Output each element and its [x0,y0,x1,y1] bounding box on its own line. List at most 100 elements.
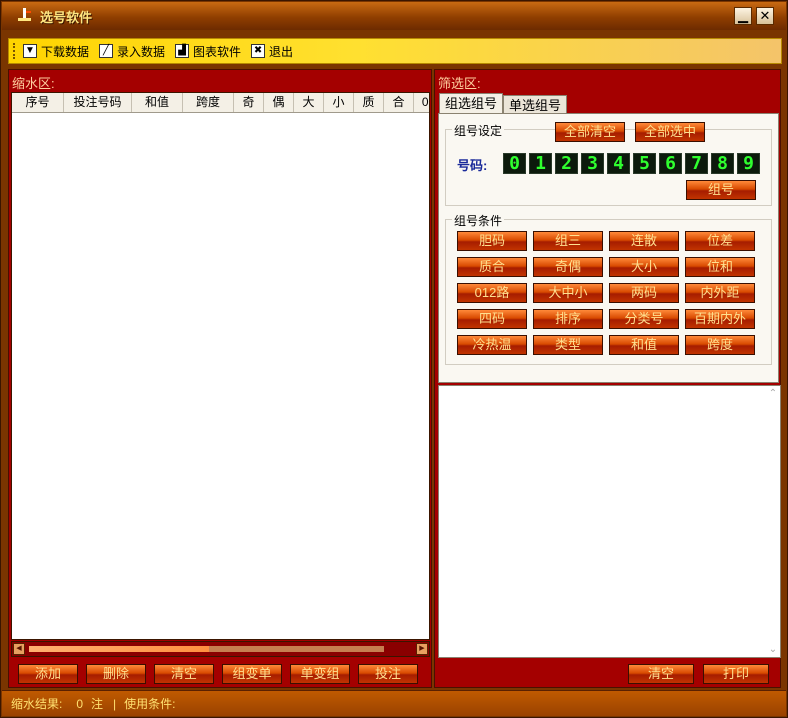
minimize-icon: ▁ [738,8,748,23]
digit-9[interactable]: 9 [737,153,760,174]
col-header[interactable]: 01 [414,93,429,112]
single-to-group-button[interactable]: 单变组 [290,664,350,684]
condition-button[interactable]: 跨度 [685,335,755,355]
digit-7[interactable]: 7 [685,153,708,174]
col-header[interactable]: 序号 [12,93,64,112]
delete-button[interactable]: 删除 [86,664,146,684]
condition-button[interactable]: 位和 [685,257,755,277]
shrink-panel: 缩水区: 序号 投注号码 和值 跨度 奇 偶 大 小 质 合 01 ◀ ▶ 添加 [8,69,432,688]
horizontal-scrollbar[interactable]: ◀ ▶ [11,641,430,657]
condition-button[interactable]: 位差 [685,231,755,251]
digit-1[interactable]: 1 [529,153,552,174]
condition-button[interactable]: 连散 [609,231,679,251]
toolbar-item-chart[interactable]: ▟ 图表软件 [175,43,241,60]
digit-4[interactable]: 4 [607,153,630,174]
condition-button[interactable]: 大小 [609,257,679,277]
col-header[interactable]: 质 [354,93,384,112]
condition-button[interactable]: 两码 [609,283,679,303]
chart-icon: ▟ [175,44,190,58]
tab-group-select[interactable]: 组选组号 [439,93,504,113]
col-header[interactable]: 投注号码 [64,93,132,112]
toolbar-label: 录入数据 [117,44,166,59]
col-header[interactable]: 偶 [264,93,294,112]
group-conditions-label: 组号条件 [452,212,505,229]
filter-panel-title: 筛选区: [438,76,481,91]
condition-button[interactable]: 质合 [457,257,527,277]
group-setting-label: 组号设定 [452,122,505,139]
toolbar: ▼ 下载数据 ╱ 录入数据 ▟ 图表软件 ✖ 退出 [8,38,782,64]
clear-all-button[interactable]: 全部清空 [555,122,625,142]
title-bar[interactable]: 选号软件 ▁ ✕ [2,2,786,30]
col-header[interactable]: 小 [324,93,354,112]
digit-selector: 0 1 2 3 4 5 6 7 8 9 [503,153,763,174]
close-icon: ✕ [759,8,771,23]
condition-button[interactable]: 四码 [457,309,527,329]
result-label: 缩水结果: [11,697,63,711]
toolbar-label: 退出 [269,44,294,59]
left-button-row: 添加 删除 清空 组变单 单变组 投注 [18,664,418,684]
condition-button[interactable]: 012路 [457,283,527,303]
col-header[interactable]: 合 [384,93,414,112]
tab-single-select[interactable]: 单选组号 [503,95,568,113]
condition-button[interactable]: 内外距 [685,283,755,303]
app-window: 选号软件 ▁ ✕ ▼ 下载数据 ╱ 录入数据 ▟ 图表软件 ✖ 退出 缩水区: … [0,0,788,718]
vertical-scrollbar[interactable]: ⌃ ⌄ [767,388,779,655]
status-bar: 缩水结果: 0 注 | 使用条件: [2,690,786,716]
col-header[interactable]: 和值 [132,93,183,112]
digit-8[interactable]: 8 [711,153,734,174]
scroll-left-icon[interactable]: ◀ [13,643,25,655]
digit-0[interactable]: 0 [503,153,526,174]
condition-button[interactable]: 组三 [533,231,603,251]
digit-5[interactable]: 5 [633,153,656,174]
grid-header: 序号 投注号码 和值 跨度 奇 偶 大 小 质 合 01 [12,93,429,113]
toolbar-grip[interactable] [13,43,17,59]
condition-button[interactable]: 奇偶 [533,257,603,277]
shrink-panel-title: 缩水区: [12,76,55,91]
close-button[interactable]: ✕ [756,7,774,25]
toolbar-item-exit[interactable]: ✖ 退出 [251,43,293,60]
conditions-label: 使用条件: [124,697,176,711]
col-header[interactable]: 跨度 [183,93,234,112]
col-header[interactable]: 奇 [234,93,264,112]
scroll-up-icon[interactable]: ⌃ [767,388,779,399]
toolbar-item-download[interactable]: ▼ 下载数据 [23,43,89,60]
condition-button[interactable]: 和值 [609,335,679,355]
app-icon [16,7,34,25]
condition-button[interactable]: 类型 [533,335,603,355]
result-unit: 注 [91,697,104,711]
condition-button[interactable]: 胆码 [457,231,527,251]
digit-2[interactable]: 2 [555,153,578,174]
toolbar-item-input[interactable]: ╱ 录入数据 [99,43,165,60]
filter-panel: 筛选区: 组选组号 单选组号 组号设定 全部清空 全部选中 号码: 0 1 2 … [434,69,781,688]
filter-tabs: 组选组号 单选组号 [439,93,568,113]
digit-6[interactable]: 6 [659,153,682,174]
select-all-button[interactable]: 全部选中 [635,122,705,142]
bet-button[interactable]: 投注 [358,664,418,684]
condition-button[interactable]: 排序 [533,309,603,329]
toolbar-label: 下载数据 [41,44,90,59]
condition-button[interactable]: 冷热温 [457,335,527,355]
condition-button[interactable]: 分类号 [609,309,679,329]
scroll-right-icon[interactable]: ▶ [416,643,428,655]
result-count: 0 [76,696,84,711]
generate-group-button[interactable]: 组号 [686,180,756,200]
scroll-down-icon[interactable]: ⌄ [767,644,779,655]
status-separator: | [113,696,117,711]
scroll-thumb[interactable] [29,646,209,652]
minimize-button[interactable]: ▁ [734,7,752,25]
condition-button[interactable]: 百期内外 [685,309,755,329]
print-button[interactable]: 打印 [703,664,769,684]
window-title: 选号软件 [40,9,93,25]
download-icon: ▼ [23,44,37,58]
digit-3[interactable]: 3 [581,153,604,174]
clear-button[interactable]: 清空 [154,664,214,684]
result-grid[interactable]: 序号 投注号码 和值 跨度 奇 偶 大 小 质 合 01 [11,92,430,640]
add-button[interactable]: 添加 [18,664,78,684]
clear-output-button[interactable]: 清空 [628,664,694,684]
col-header[interactable]: 大 [294,93,324,112]
group-to-single-button[interactable]: 组变单 [222,664,282,684]
pencil-icon: ╱ [99,44,114,58]
filter-output[interactable]: ⌃ ⌄ [438,385,781,658]
number-label: 号码: [457,158,488,173]
condition-button[interactable]: 大中小 [533,283,603,303]
